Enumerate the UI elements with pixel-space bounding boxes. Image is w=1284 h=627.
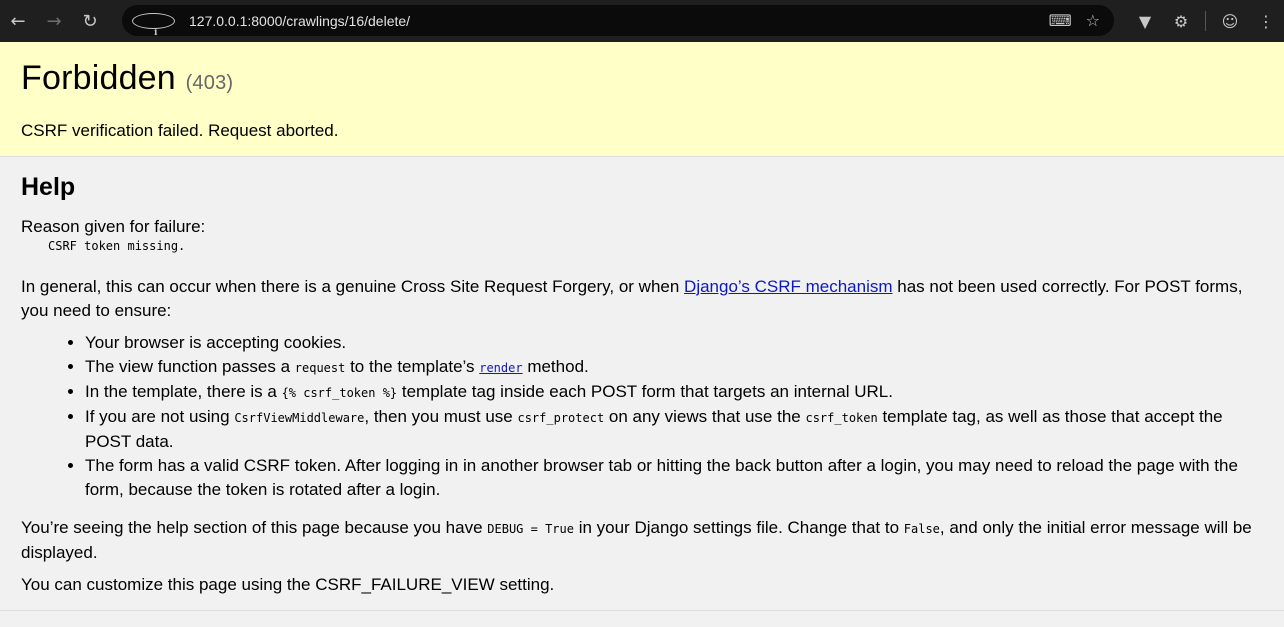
browser-toolbar: ← → ↻ i 127.0.0.1:8000/crawlings/16/dele…: [0, 0, 1284, 42]
profile-avatar-icon[interactable]: ☺: [1212, 12, 1248, 31]
forward-icon[interactable]: →: [36, 3, 72, 39]
intro-paragraph: In general, this can occur when there is…: [21, 277, 1243, 320]
list-item: Your browser is accepting cookies.: [85, 331, 1264, 355]
reason-label: Reason given for failure:: [21, 217, 206, 236]
back-icon[interactable]: ←: [0, 3, 36, 39]
help-heading: Help: [21, 173, 76, 201]
list-item: The view function passes a request to th…: [85, 355, 1264, 380]
customize-paragraph: You can customize this page using the CS…: [21, 575, 555, 594]
reload-icon[interactable]: ↻: [72, 3, 108, 39]
error-summary: Forbidden (403) CSRF verification failed…: [0, 42, 1284, 157]
section-divider: [0, 610, 1284, 611]
list-item: The form has a valid CSRF token. After l…: [85, 454, 1264, 502]
render-docs-link[interactable]: render: [479, 361, 522, 375]
help-section: Help Reason given for failure: CSRF toke…: [0, 157, 1284, 597]
page-title: Forbidden (403): [21, 59, 234, 97]
list-item: If you are not using CsrfViewMiddleware,…: [85, 405, 1264, 454]
error-message: CSRF verification failed. Request aborte…: [21, 121, 339, 140]
bookmark-star-icon[interactable]: ☆: [1086, 11, 1100, 30]
status-code: (403): [185, 72, 234, 94]
list-item: In the template, there is a {% csrf_toke…: [85, 380, 1264, 405]
extensions-puzzle-icon[interactable]: ⚙: [1163, 12, 1199, 31]
site-info-icon[interactable]: i: [132, 12, 175, 38]
url-text[interactable]: 127.0.0.1:8000/crawlings/16/delete/: [189, 13, 410, 29]
reason-text: CSRF token missing.: [48, 239, 186, 253]
requirements-list: Your browser is accepting cookies. The v…: [21, 331, 1264, 502]
translate-icon[interactable]: ⌨: [1049, 11, 1072, 30]
toolbar-divider: [1205, 11, 1206, 31]
address-bar[interactable]: i 127.0.0.1:8000/crawlings/16/delete/ ⌨ …: [122, 5, 1114, 38]
debug-paragraph: You’re seeing the help section of this p…: [21, 518, 1252, 562]
menu-kebab-icon[interactable]: ⋮: [1248, 12, 1284, 31]
vpn-extension-icon[interactable]: ▼: [1127, 12, 1163, 31]
csrf-docs-link[interactable]: Django’s CSRF mechanism: [684, 277, 892, 296]
